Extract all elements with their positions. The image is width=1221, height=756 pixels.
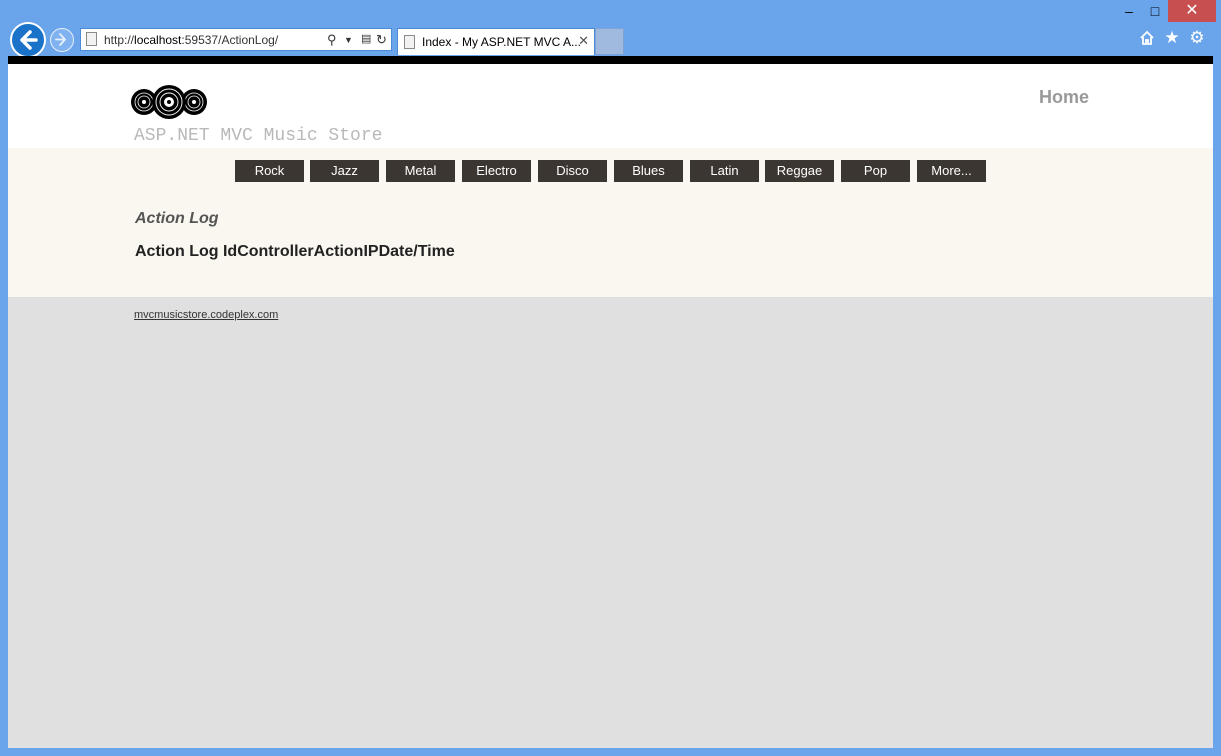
genre-button-latin[interactable]: Latin bbox=[690, 160, 759, 182]
column-header-action: Action bbox=[314, 243, 364, 260]
home-icon[interactable] bbox=[1136, 27, 1158, 49]
forward-button[interactable] bbox=[50, 28, 74, 52]
dropdown-icon[interactable]: ▼ bbox=[344, 35, 353, 45]
minimize-button[interactable]: – bbox=[1116, 0, 1142, 22]
site-top-bar bbox=[8, 56, 1213, 64]
column-header-date-time: Date/Time bbox=[379, 243, 455, 260]
site-title: ASP.NET MVC Music Store bbox=[134, 126, 382, 146]
page-icon bbox=[86, 32, 97, 46]
address-bar[interactable]: http://localhost:59537/ActionLog/ ⚲ ▼ ▤ … bbox=[80, 28, 392, 51]
main-content: Rock Jazz Metal Electro Disco Blues Lati… bbox=[8, 148, 1213, 297]
tab-active[interactable]: Index - My ASP.NET MVC A... ✕ bbox=[397, 28, 595, 55]
back-icon bbox=[12, 24, 44, 56]
page-viewport: ASP.NET MVC Music Store Home Rock Jazz M… bbox=[8, 56, 1213, 748]
new-tab-button[interactable] bbox=[595, 28, 624, 55]
genre-button-jazz[interactable]: Jazz bbox=[310, 160, 379, 182]
tab-page-icon bbox=[404, 35, 415, 49]
compat-view-icon[interactable]: ▤ bbox=[361, 32, 371, 45]
browser-chrome: – □ ✕ http://localhost:59537/ActionLog/ … bbox=[0, 0, 1221, 56]
url-text[interactable]: http://localhost:59537/ActionLog/ bbox=[104, 33, 278, 47]
page-title: Action Log bbox=[135, 210, 219, 228]
forward-icon bbox=[51, 29, 72, 50]
genre-button-reggae[interactable]: Reggae bbox=[765, 160, 834, 182]
column-header-action-log-id: Action Log Id bbox=[135, 243, 237, 260]
column-header-ip: IP bbox=[363, 243, 378, 260]
maximize-button[interactable]: □ bbox=[1142, 0, 1168, 22]
site-header: ASP.NET MVC Music Store Home bbox=[8, 64, 1213, 148]
genre-button-disco[interactable]: Disco bbox=[538, 160, 607, 182]
url-host: localhost bbox=[134, 33, 181, 47]
back-button[interactable] bbox=[10, 22, 46, 58]
tab-title: Index - My ASP.NET MVC A... bbox=[422, 35, 581, 49]
genre-button-metal[interactable]: Metal bbox=[386, 160, 455, 182]
genre-button-electro[interactable]: Electro bbox=[462, 160, 531, 182]
settings-icon[interactable]: ⚙ bbox=[1186, 27, 1208, 49]
search-icon[interactable]: ⚲ bbox=[327, 32, 337, 48]
tab-close-icon[interactable]: ✕ bbox=[578, 33, 589, 49]
favorites-icon[interactable]: ★ bbox=[1161, 27, 1183, 49]
home-link[interactable]: Home bbox=[1039, 87, 1089, 108]
footer-link[interactable]: mvcmusicstore.codeplex.com bbox=[134, 309, 278, 321]
genre-button-rock[interactable]: Rock bbox=[235, 160, 304, 182]
vinyl-records-logo-icon[interactable] bbox=[130, 84, 210, 120]
refresh-icon[interactable]: ↻ bbox=[376, 32, 387, 48]
genre-button-more[interactable]: More... bbox=[917, 160, 986, 182]
column-header-controller: Controller bbox=[237, 243, 313, 260]
window-bottom-border bbox=[0, 748, 1221, 756]
url-prefix: http:// bbox=[104, 33, 134, 47]
table-header-row: Action Log IdControllerActionIPDate/Time bbox=[135, 243, 455, 261]
url-path: :59537/ActionLog/ bbox=[181, 33, 278, 47]
genre-button-blues[interactable]: Blues bbox=[614, 160, 683, 182]
close-button[interactable]: ✕ bbox=[1168, 0, 1216, 22]
genre-button-pop[interactable]: Pop bbox=[841, 160, 910, 182]
